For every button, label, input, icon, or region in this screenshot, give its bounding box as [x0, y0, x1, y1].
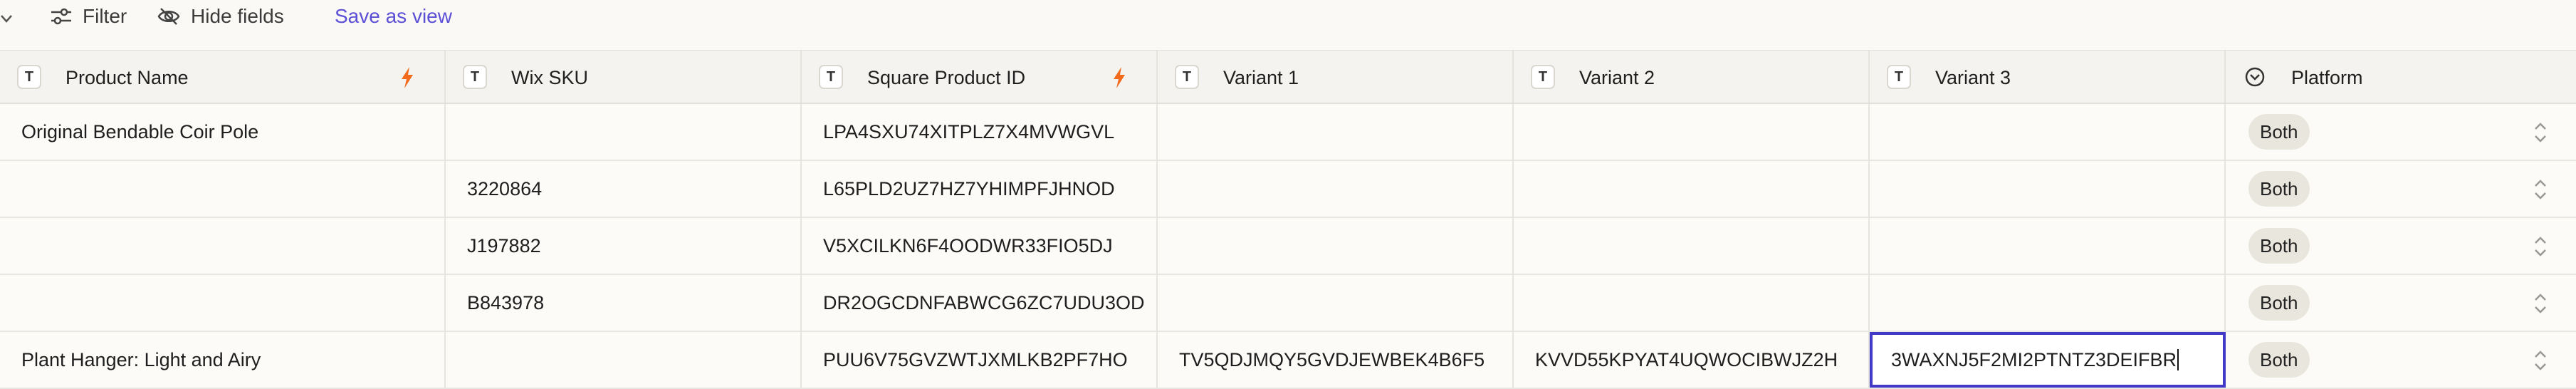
table-row[interactable]: Plant Hanger: Light and Airy PUU6V75GVZW…: [0, 332, 2576, 389]
cell-wix-sku[interactable]: 3220864: [446, 161, 802, 217]
table-row[interactable]: Original Bendable Coir Pole LPA4SXU74XIT…: [0, 104, 2576, 161]
cell-platform[interactable]: Both: [2226, 275, 2576, 331]
cell-wix-sku[interactable]: J197882: [446, 218, 802, 274]
cell-variant-3[interactable]: [1870, 161, 2226, 217]
hide-fields-button[interactable]: Hide fields: [157, 0, 284, 33]
column-label: Variant 2: [1579, 67, 1655, 88]
table-view: Filter Hide fields Save as view T Produc…: [0, 0, 2576, 389]
column-header-platform[interactable]: Platform: [2226, 51, 2576, 103]
text-type-icon: T: [463, 65, 487, 89]
cell-variant-1[interactable]: [1158, 161, 1514, 217]
cell-platform[interactable]: Both: [2226, 218, 2576, 274]
select-circle-icon: [2243, 65, 2267, 89]
text-caret: [2177, 349, 2179, 370]
save-as-view-label: Save as view: [335, 5, 452, 27]
platform-badge: Both: [2248, 171, 2310, 207]
cell-platform[interactable]: Both: [2226, 161, 2576, 217]
cell-product-name[interactable]: Original Bendable Coir Pole: [0, 104, 446, 160]
column-header-wix-sku[interactable]: T Wix SKU: [446, 51, 802, 103]
cell-variant-2[interactable]: [1514, 275, 1870, 331]
cell-product-name[interactable]: [0, 275, 446, 331]
column-header-variant-1[interactable]: T Variant 1: [1158, 51, 1514, 103]
cell-square-product-id[interactable]: L65PLD2UZ7HZ7YHIMPFJHNOD: [802, 161, 1158, 217]
platform-badge: Both: [2248, 285, 2310, 321]
column-label: Square Product ID: [867, 67, 1026, 88]
view-toolbar: Filter Hide fields Save as view: [0, 0, 2576, 50]
save-as-view-link[interactable]: Save as view: [335, 0, 452, 33]
column-label: Platform: [2291, 67, 2363, 88]
chevron-up-down-icon[interactable]: [2532, 177, 2549, 202]
cell-variant-3-editing[interactable]: 3WAXNJ5F2MI2PTNTZ3DEIFBR: [1870, 332, 2226, 388]
chevron-down-icon[interactable]: [0, 10, 13, 28]
platform-badge: Both: [2248, 342, 2310, 378]
cell-wix-sku[interactable]: [446, 104, 802, 160]
hide-fields-label: Hide fields: [191, 5, 284, 27]
column-header-variant-3[interactable]: T Variant 3: [1870, 51, 2226, 103]
cell-platform[interactable]: Both: [2226, 104, 2576, 160]
cell-variant-3[interactable]: [1870, 104, 2226, 160]
chevron-up-down-icon[interactable]: [2532, 234, 2549, 259]
column-header-variant-2[interactable]: T Variant 2: [1514, 51, 1870, 103]
chevron-up-down-icon[interactable]: [2532, 291, 2549, 316]
cell-variant-3[interactable]: [1870, 218, 2226, 274]
chevron-up-down-icon[interactable]: [2532, 348, 2549, 373]
table-row[interactable]: J197882 V5XCILKN6F4OODWR33FIO5DJ Both: [0, 218, 2576, 275]
cell-product-name[interactable]: Plant Hanger: Light and Airy: [0, 332, 446, 388]
cell-variant-1[interactable]: [1158, 218, 1514, 274]
column-label: Wix SKU: [511, 67, 588, 88]
cell-wix-sku[interactable]: B843978: [446, 275, 802, 331]
cell-wix-sku[interactable]: [446, 332, 802, 388]
column-header-square-product-id[interactable]: T Square Product ID: [802, 51, 1158, 103]
column-label: Variant 3: [1935, 67, 2011, 88]
text-type-icon: T: [17, 65, 41, 89]
lightning-bolt-icon: [1114, 67, 1125, 88]
chevron-up-down-icon[interactable]: [2532, 120, 2549, 145]
cell-square-product-id[interactable]: PUU6V75GVZWTJXMLKB2PF7HO: [802, 332, 1158, 388]
filter-label: Filter: [83, 5, 127, 27]
cell-variant-2[interactable]: [1514, 161, 1870, 217]
text-type-icon: T: [1531, 65, 1555, 89]
cell-product-name[interactable]: [0, 218, 446, 274]
column-label: Variant 1: [1223, 67, 1299, 88]
cell-editor-input[interactable]: 3WAXNJ5F2MI2PTNTZ3DEIFBR: [1870, 349, 2177, 371]
lightning-bolt-icon: [402, 67, 413, 88]
cell-square-product-id[interactable]: V5XCILKN6F4OODWR33FIO5DJ: [802, 218, 1158, 274]
table-row[interactable]: B843978 DR2OGCDNFABWCG6ZC7UDU3OD Both: [0, 275, 2576, 332]
platform-badge: Both: [2248, 114, 2310, 150]
cell-variant-1[interactable]: [1158, 104, 1514, 160]
cell-variant-2[interactable]: KVVD55KPYAT4UQWOCIBWJZ2H: [1514, 332, 1870, 388]
cell-variant-2[interactable]: [1514, 218, 1870, 274]
filter-sliders-icon: [51, 8, 71, 25]
text-type-icon: T: [819, 65, 843, 89]
column-header-row: T Product Name T Wix SKU T Square Produc…: [0, 50, 2576, 104]
text-type-icon: T: [1887, 65, 1911, 89]
cell-product-name[interactable]: [0, 161, 446, 217]
cell-variant-1[interactable]: [1158, 275, 1514, 331]
cell-square-product-id[interactable]: LPA4SXU74XITPLZ7X4MVWGVL: [802, 104, 1158, 160]
filter-button[interactable]: Filter: [50, 0, 127, 33]
table-row[interactable]: 3220864 L65PLD2UZ7HZ7YHIMPFJHNOD Both: [0, 161, 2576, 218]
data-grid: T Product Name T Wix SKU T Square Produc…: [0, 50, 2576, 389]
cell-variant-2[interactable]: [1514, 104, 1870, 160]
eye-off-icon: [157, 8, 180, 25]
cell-platform[interactable]: Both: [2226, 332, 2576, 388]
column-label: Product Name: [66, 67, 189, 88]
cell-square-product-id[interactable]: DR2OGCDNFABWCG6ZC7UDU3OD: [802, 275, 1158, 331]
text-type-icon: T: [1175, 65, 1199, 89]
cell-variant-1[interactable]: TV5QDJMQY5GVDJEWBEK4B6F5: [1158, 332, 1514, 388]
chevron-circle-icon: [2245, 67, 2265, 87]
cell-variant-3[interactable]: [1870, 275, 2226, 331]
platform-badge: Both: [2248, 228, 2310, 264]
column-header-product-name[interactable]: T Product Name: [0, 51, 446, 103]
